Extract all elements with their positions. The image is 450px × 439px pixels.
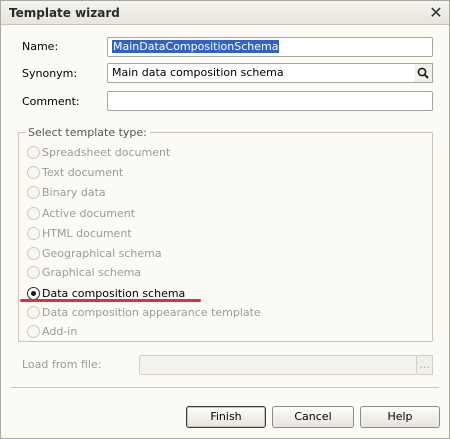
load-from-file-field[interactable]: [139, 355, 417, 375]
radio-button: [27, 186, 40, 199]
radio-label: Binary data: [42, 186, 106, 199]
selection-underline: [20, 299, 201, 302]
radio-label: Graphical schema: [42, 266, 142, 279]
search-icon: [417, 67, 429, 79]
radio-button: [27, 146, 40, 159]
radio-button: [27, 207, 40, 220]
radio-label: Add-in: [42, 325, 78, 338]
title-bar: Template wizard ✕: [1, 1, 449, 25]
radio-label: Text document: [42, 166, 124, 179]
radio-label: Data composition appearance template: [42, 306, 261, 319]
synonym-search-button[interactable]: [415, 63, 433, 83]
template-type-label: Select template type:: [25, 126, 150, 139]
synonym-value: Main data composition schema: [112, 66, 284, 79]
name-value: MainDataCompositionSchema: [112, 40, 280, 53]
browse-file-button[interactable]: ...: [417, 355, 433, 375]
radio-button: [27, 227, 40, 240]
radio-label: HTML document: [42, 227, 132, 240]
help-button[interactable]: Help: [360, 406, 440, 428]
name-label: Name:: [22, 40, 59, 53]
synonym-label: Synonym:: [22, 67, 78, 80]
radio-button: [27, 247, 40, 260]
radio-button: [27, 166, 40, 179]
comment-label: Comment:: [22, 95, 80, 108]
radio-label: Spreadsheet document: [42, 146, 171, 159]
radio-button: [27, 266, 40, 279]
synonym-field[interactable]: Main data composition schema: [107, 63, 416, 83]
separator: [11, 387, 439, 389]
name-field[interactable]: MainDataCompositionSchema: [107, 37, 433, 57]
radio-button: [27, 306, 40, 319]
cancel-button[interactable]: Cancel: [272, 406, 354, 428]
radio-label: Active document: [42, 207, 136, 220]
comment-field[interactable]: [107, 91, 433, 111]
radio-button: [27, 325, 40, 338]
template-wizard-window: Template wizard ✕ Name: MainDataComposit…: [0, 0, 450, 439]
window-title: Template wizard: [9, 6, 120, 20]
close-icon[interactable]: ✕: [427, 4, 445, 22]
radio-label: Geographical schema: [42, 247, 162, 260]
load-from-file-label: Load from file:: [22, 358, 102, 371]
finish-button[interactable]: Finish: [186, 406, 266, 428]
